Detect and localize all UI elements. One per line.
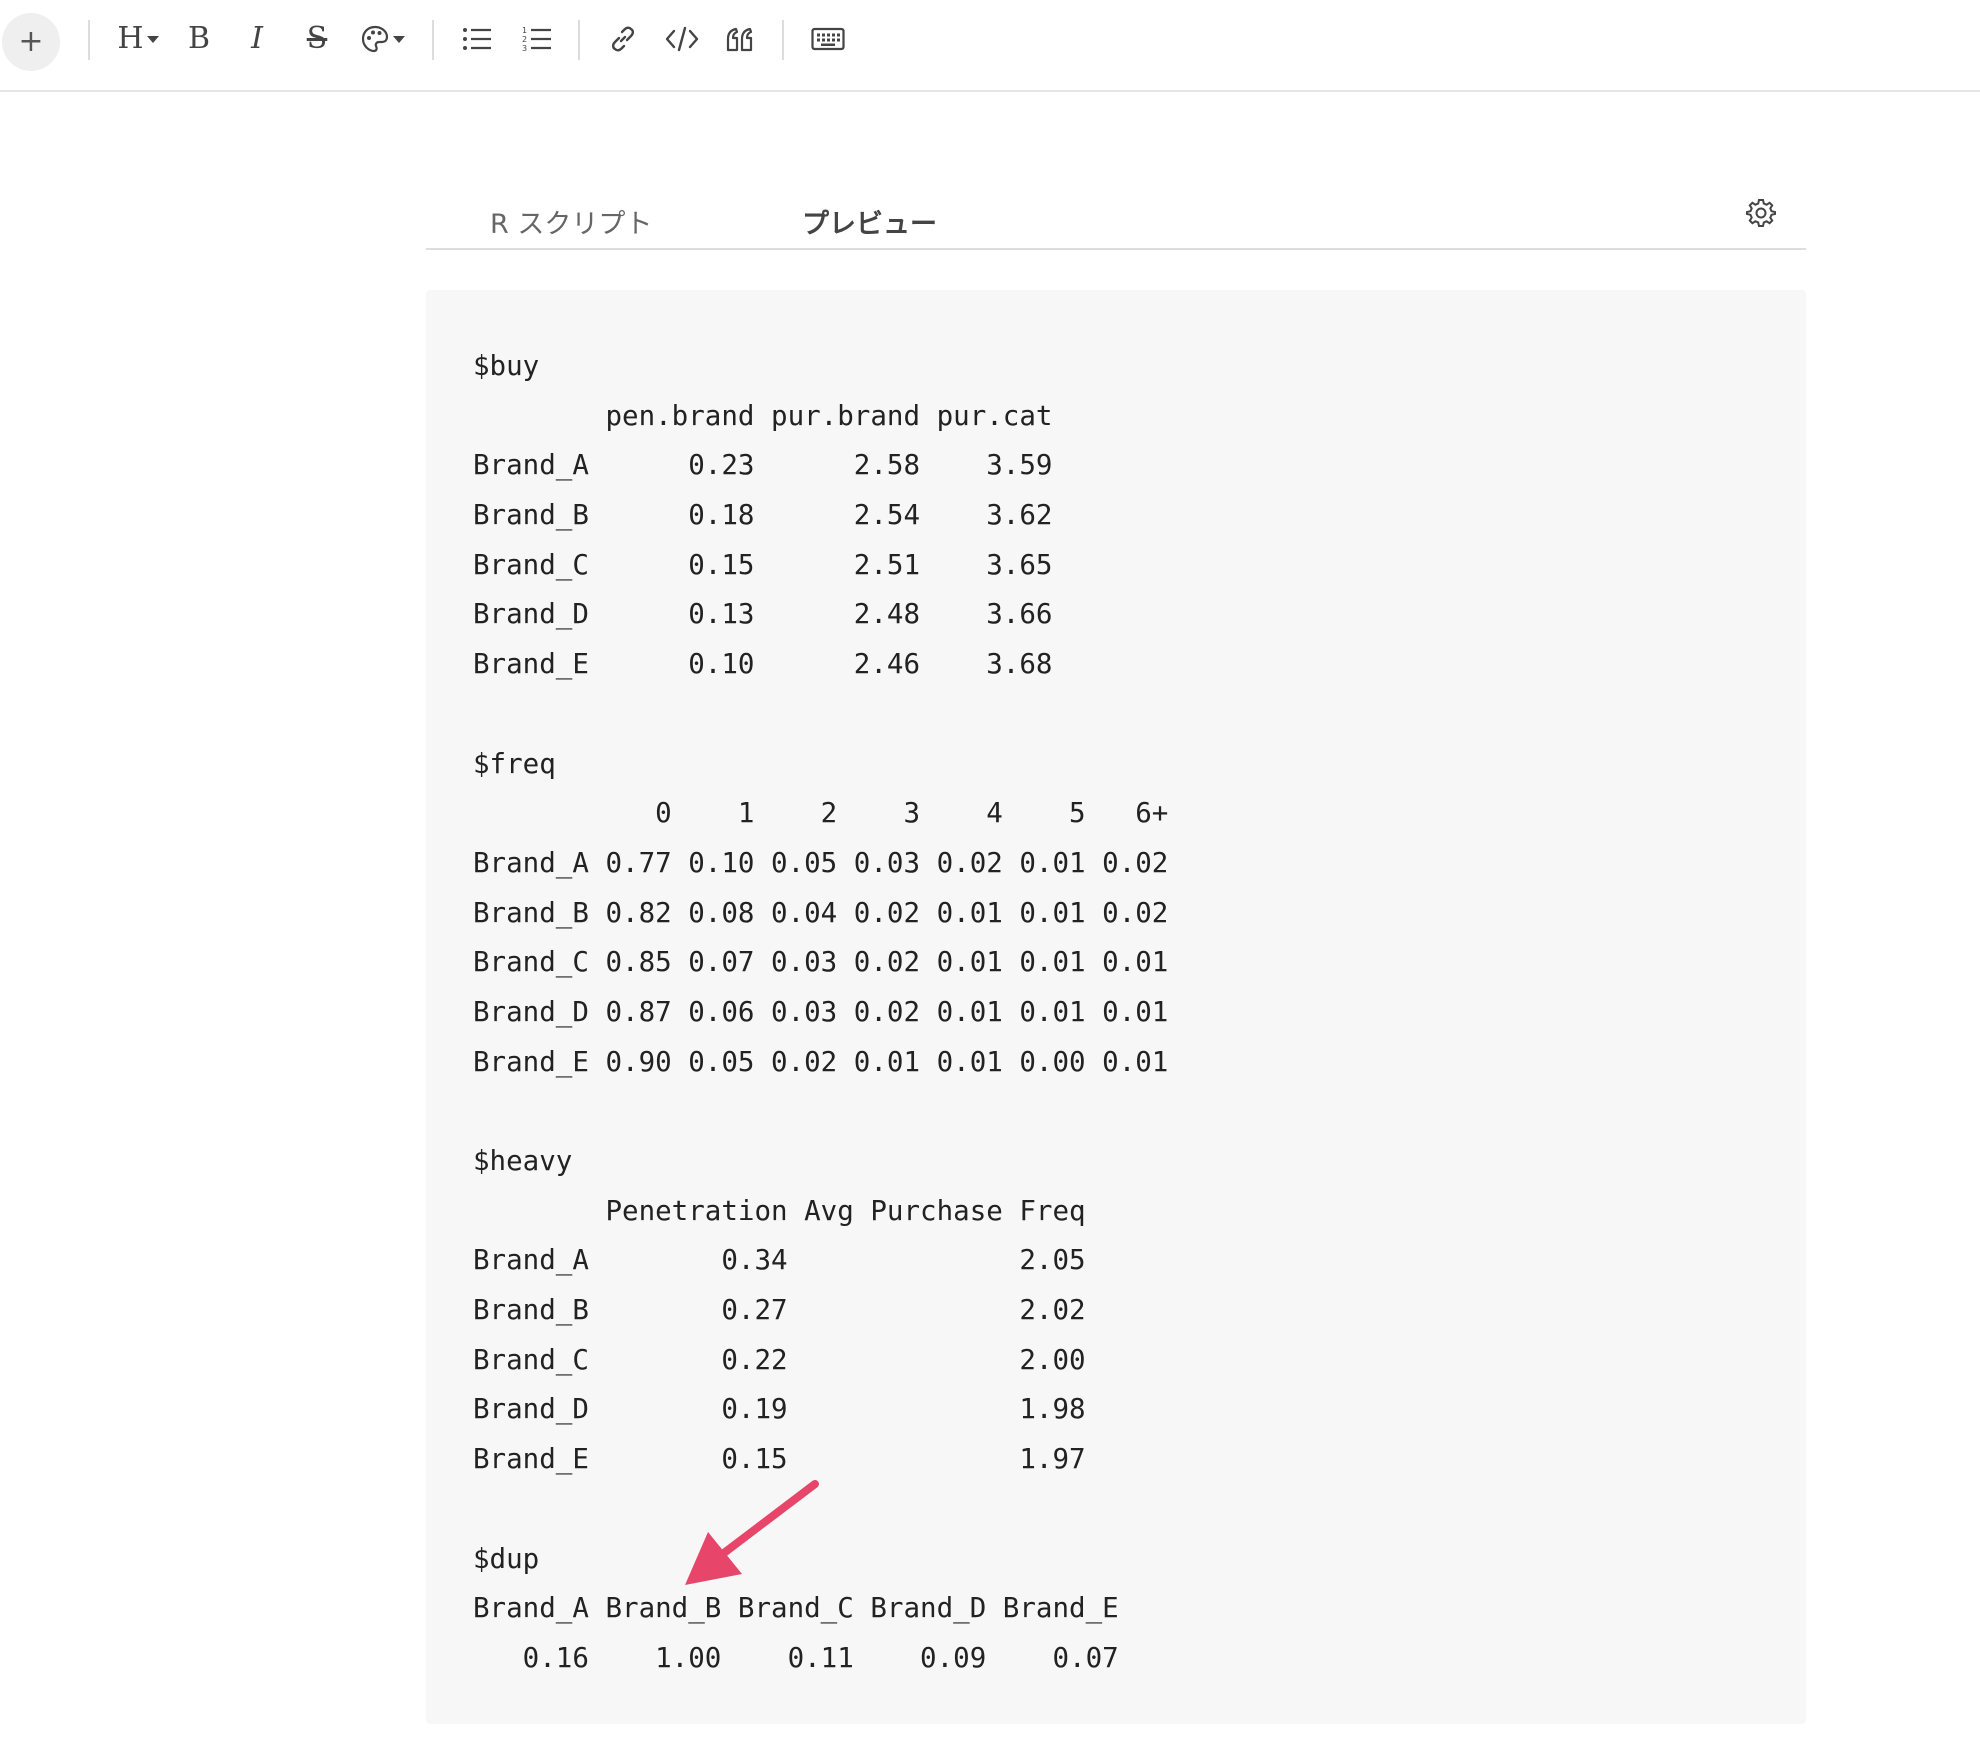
svg-text:3: 3 — [522, 44, 527, 53]
output-line: Brand_D 0.19 1.98 — [473, 1393, 1086, 1426]
output-line: $buy — [473, 350, 540, 382]
bullet-list-button[interactable] — [460, 14, 494, 64]
svg-text:2: 2 — [522, 35, 527, 44]
text-color-button[interactable] — [356, 14, 408, 64]
chevron-down-icon — [392, 35, 405, 43]
toolbar-divider — [432, 20, 434, 60]
output-line: pen.brand pur.brand pur.cat — [473, 399, 1053, 432]
italic-icon: I — [251, 21, 263, 56]
plus-icon: + — [18, 24, 44, 59]
output-line: Brand_A 0.34 2.05 — [473, 1244, 1086, 1277]
output-line: $heavy — [473, 1145, 573, 1177]
output-line: Brand_E 0.10 2.46 3.68 — [473, 648, 1053, 681]
strikethrough-button[interactable]: S — [298, 14, 336, 64]
quote-button[interactable] — [722, 14, 758, 64]
italic-button[interactable]: I — [240, 14, 274, 64]
output-line: Brand_D 0.87 0.06 0.03 0.02 0.01 0.01 0.… — [473, 995, 1169, 1028]
tab-preview[interactable]: プレビュー — [802, 202, 937, 241]
code-icon — [665, 25, 699, 53]
tab-r-script[interactable]: R スクリプト — [490, 202, 652, 241]
output-line: 0 1 2 3 4 5 6+ — [473, 797, 1169, 830]
add-block-button[interactable]: + — [2, 13, 60, 71]
output-line: Brand_C 0.22 2.00 — [473, 1343, 1086, 1376]
annotation-arrow-icon — [685, 1480, 819, 1585]
bold-icon: B — [187, 21, 211, 56]
quote-icon — [724, 26, 756, 52]
output-line: Brand_D 0.13 2.48 3.66 — [473, 598, 1053, 631]
output-line: Brand_A 0.77 0.10 0.05 0.03 0.02 0.01 0.… — [473, 846, 1169, 879]
heading-icon: H — [117, 21, 144, 56]
output-line: Brand_C 0.85 0.07 0.03 0.02 0.01 0.01 0.… — [473, 946, 1169, 979]
output-line: Brand_A 0.23 2.58 3.59 — [473, 449, 1053, 482]
numbered-list-icon: 123 — [522, 25, 552, 53]
palette-icon — [360, 24, 390, 54]
output-line: Brand_C 0.15 2.51 3.65 — [473, 548, 1053, 581]
toolbar-divider — [88, 20, 90, 60]
editor-toolbar: + H B I S 123 — [0, 0, 1980, 92]
link-icon — [608, 24, 638, 54]
output-line: Brand_B 0.27 2.02 — [473, 1294, 1086, 1327]
keyboard-icon — [811, 27, 845, 51]
output-line: 0.16 1.00 0.11 0.09 0.07 — [473, 1641, 1119, 1674]
heading-button[interactable]: H — [112, 14, 164, 64]
toolbar-divider — [782, 20, 784, 60]
output-line: Brand_B 0.82 0.08 0.04 0.02 0.01 0.01 0.… — [473, 896, 1169, 929]
numbered-list-button[interactable]: 123 — [520, 14, 554, 64]
svg-text:1: 1 — [522, 26, 527, 35]
output-line: Penetration Avg Purchase Freq — [473, 1194, 1086, 1227]
toolbar-divider — [578, 20, 580, 60]
script-preview-tabs: R スクリプト プレビュー — [426, 184, 1806, 250]
preview-output-panel: $buy pen.brand pur.brand pur.cat Brand_A … — [426, 290, 1806, 1724]
output-line: Brand_E 0.90 0.05 0.02 0.01 0.01 0.00 0.… — [473, 1045, 1169, 1078]
code-button[interactable] — [664, 14, 700, 64]
strikethrough-icon: S — [306, 21, 328, 56]
link-button[interactable] — [606, 14, 640, 64]
bold-button[interactable]: B — [182, 14, 216, 64]
output-line: Brand_B 0.18 2.54 3.62 — [473, 499, 1053, 532]
bullet-list-icon — [462, 26, 492, 52]
keyboard-shortcuts-button[interactable] — [808, 14, 848, 64]
output-line: $freq — [473, 747, 556, 780]
chevron-down-icon — [146, 35, 159, 43]
gear-icon[interactable] — [1746, 198, 1776, 232]
